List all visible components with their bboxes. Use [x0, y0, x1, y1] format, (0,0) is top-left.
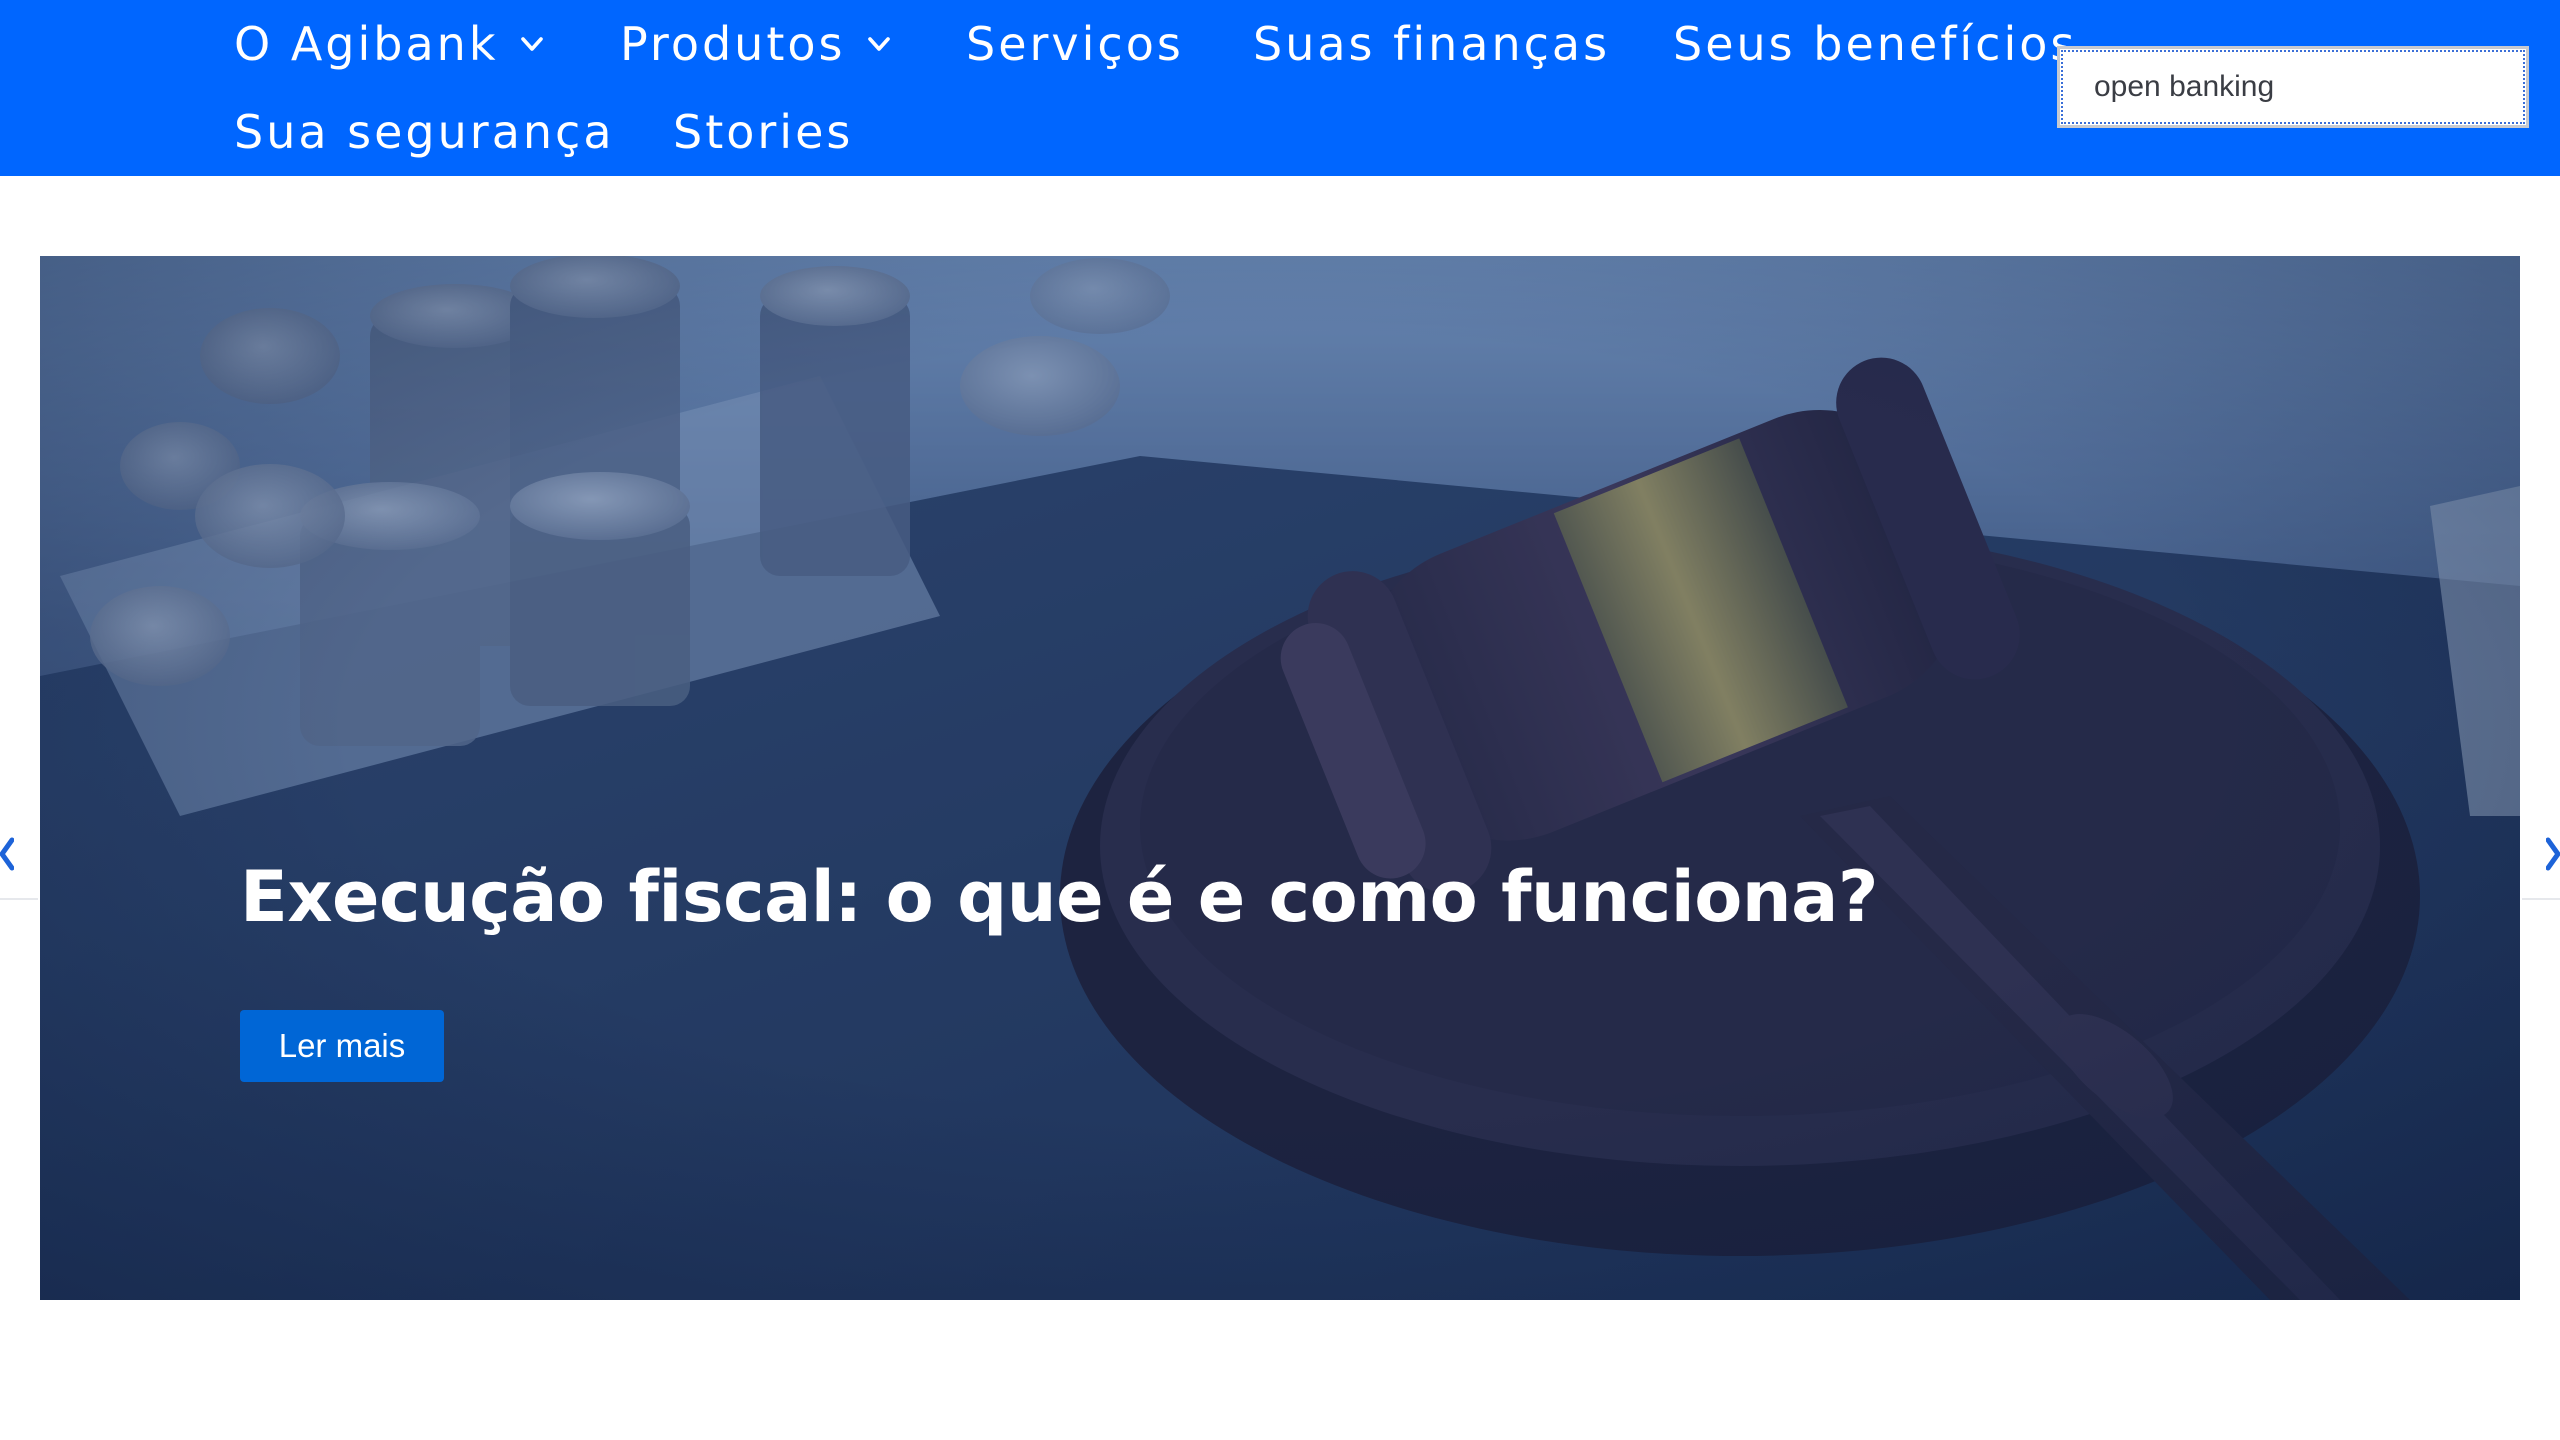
chevron-down-icon	[518, 30, 546, 58]
nav-item-sua-seguranca[interactable]: Sua segurança	[234, 102, 615, 162]
nav-item-label: Stories	[673, 105, 854, 159]
read-more-button[interactable]: Ler mais	[240, 1010, 444, 1082]
gavel-and-coins-image	[40, 256, 2520, 1300]
carousel-prev-button[interactable]	[0, 826, 14, 882]
nav-item-servicos[interactable]: Serviços	[966, 14, 1184, 74]
divider	[2522, 898, 2560, 900]
nav-item-seus-beneficios[interactable]: Seus benefícios	[1673, 14, 2077, 74]
chevron-left-icon	[0, 826, 14, 882]
nav-item-label: Sua segurança	[234, 105, 615, 159]
carousel-next-button[interactable]	[2546, 826, 2560, 882]
top-navigation: O Agibank Produtos Serviços Suas finança…	[0, 0, 2560, 176]
hero-banner[interactable]: Execução fiscal: o que é e como funciona…	[40, 256, 2520, 1300]
divider	[0, 898, 38, 900]
chevron-down-icon	[865, 30, 893, 58]
chevron-right-icon	[2546, 826, 2560, 882]
nav-item-label: Serviços	[966, 17, 1184, 71]
nav-item-produtos[interactable]: Produtos	[620, 14, 893, 74]
nav-item-label: Produtos	[620, 17, 846, 71]
search-input-value: open banking	[2094, 70, 2275, 103]
search-input[interactable]: open banking	[2057, 46, 2529, 128]
nav-item-label: Suas finanças	[1253, 17, 1611, 71]
nav-item-stories[interactable]: Stories	[673, 102, 853, 162]
nav-item-suas-financas[interactable]: Suas finanças	[1253, 14, 1610, 74]
hero-title[interactable]: Execução fiscal: o que é e como funciona…	[240, 856, 1878, 938]
nav-item-label: Seus benefícios	[1673, 17, 2078, 71]
nav-item-o-agibank[interactable]: O Agibank	[234, 14, 546, 74]
nav-item-label: O Agibank	[234, 17, 499, 71]
